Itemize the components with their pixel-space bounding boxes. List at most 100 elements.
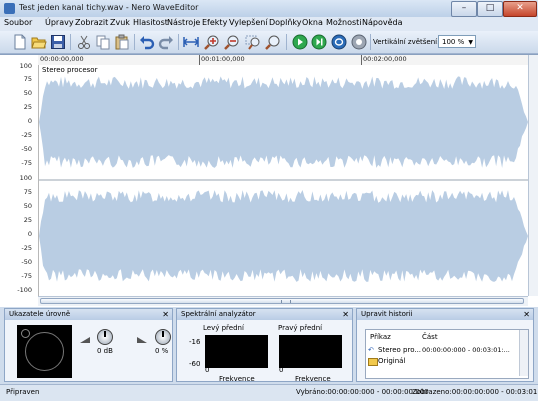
menu-hlasitost[interactable]: Hlasitost xyxy=(133,18,168,27)
menu-soubor[interactable]: Soubor xyxy=(4,18,32,27)
y-label: 75 xyxy=(23,75,32,83)
toolbar-separator xyxy=(370,34,371,50)
y-label: -75 xyxy=(21,159,32,167)
play-selection-icon[interactable] xyxy=(311,34,327,50)
time-tick: 00:00:00,000 xyxy=(40,55,84,63)
open-folder-icon[interactable] xyxy=(31,34,47,50)
cut-icon[interactable] xyxy=(76,34,92,50)
zoom-full-icon[interactable] xyxy=(265,34,281,50)
y-label: 50 xyxy=(23,202,32,210)
maximize-button[interactable]: □ xyxy=(477,1,503,17)
selection-range: Vybráno:00:00:00:000 - 00:00:00:000 xyxy=(296,388,429,396)
toolbar: Vertikální zvětšení: 100 % ▼ xyxy=(0,31,538,54)
balance-ramp-icon xyxy=(137,337,147,343)
freq-zero-left: 0 xyxy=(205,366,210,374)
close-icon[interactable]: ✕ xyxy=(162,309,169,320)
zoom-in-icon[interactable] xyxy=(204,34,220,50)
menu-vylepseni[interactable]: Vylepšení xyxy=(229,18,268,27)
spectrum-right xyxy=(279,335,342,368)
y-label: -50 xyxy=(21,258,32,266)
gain-knob[interactable] xyxy=(97,329,113,345)
y-label: -25 xyxy=(21,131,32,139)
close-icon[interactable]: ✕ xyxy=(523,309,530,320)
waveform-channel-left xyxy=(39,76,528,168)
waveform-canvas[interactable] xyxy=(39,65,528,296)
y-label: 0 xyxy=(27,230,32,238)
left-channel-label: Levý přední xyxy=(203,324,244,332)
zoom-out-icon[interactable] xyxy=(224,34,240,50)
close-icon[interactable]: ✕ xyxy=(342,309,349,320)
paste-icon[interactable] xyxy=(114,34,130,50)
time-tick: 00:02:00,000 xyxy=(363,55,407,63)
level-meters-panel: Ukazatele úrovně ✕ 0 dB 0 % xyxy=(4,308,173,382)
y-label: 50 xyxy=(23,89,32,97)
redo-icon[interactable] xyxy=(158,34,174,50)
menu-moznosti[interactable]: Možnosti xyxy=(326,18,362,27)
status-text: Připraven xyxy=(6,388,40,396)
close-button[interactable]: ✕ xyxy=(503,1,537,17)
menu-napoveda[interactable]: Nápověda xyxy=(362,18,403,27)
balance-knob[interactable] xyxy=(155,329,171,345)
spectrum-analyzer-panel: Spektrální analyzátor ✕ Levý přední Pravý… xyxy=(176,308,353,383)
menu-nastroje[interactable]: Nástroje xyxy=(167,18,200,27)
history-row[interactable]: Originál xyxy=(366,356,518,366)
zoom-selection-icon[interactable] xyxy=(245,34,261,50)
menu-efekty[interactable]: Efekty xyxy=(202,18,227,27)
play-icon[interactable] xyxy=(292,34,308,50)
freq-zero-right: 0 xyxy=(279,366,284,374)
app-icon xyxy=(4,3,15,14)
history-part: 00:00:00:000 - 00:03:01:... xyxy=(422,346,510,354)
history-list: Příkaz Část ↶ Stereo pro... 00:00:00:000… xyxy=(365,329,529,379)
minimize-button[interactable]: – xyxy=(451,1,477,17)
copy-icon[interactable] xyxy=(95,34,111,50)
y-label: -100 xyxy=(17,286,32,294)
status-bar: Připraven Vybráno:00:00:00:000 - 00:00:0… xyxy=(0,384,538,401)
amplitude-axis: 100 75 50 25 0 -25 -50 -75 100 75 50 25 … xyxy=(0,62,39,296)
stop-icon[interactable] xyxy=(351,34,367,50)
vertical-scrollbar[interactable] xyxy=(528,55,538,296)
scroll-thumb[interactable] xyxy=(40,298,524,304)
window-title: Test jeden kanal tichy.wav - Nero WaveEd… xyxy=(19,3,199,12)
menu-okna[interactable]: Okna xyxy=(302,18,323,27)
level-meter-display xyxy=(17,325,72,378)
gain-value: 0 dB xyxy=(97,347,113,355)
menu-upravy[interactable]: Úpravy xyxy=(45,18,74,27)
effect-label: Stereo procesor xyxy=(42,66,98,74)
menu-zvuk[interactable]: Zvuk xyxy=(110,18,130,27)
column-header-part[interactable]: Část xyxy=(422,333,438,341)
menu-zobrazit[interactable]: Zobrazit xyxy=(75,18,108,27)
history-command: Stereo pro... xyxy=(378,346,422,354)
save-icon[interactable] xyxy=(50,34,66,50)
history-row[interactable]: ↶ Stereo pro... 00:00:00:000 - 00:03:01:… xyxy=(366,345,518,355)
history-scrollbar[interactable] xyxy=(519,330,528,376)
panel-title: Upravit historii xyxy=(361,310,413,318)
y-label: 100 xyxy=(19,62,32,70)
db-top-label: -16 xyxy=(189,338,201,346)
gain-ramp-icon xyxy=(80,337,90,343)
y-label: -25 xyxy=(21,244,32,252)
vertical-zoom-label: Vertikální zvětšení: xyxy=(373,38,440,46)
y-label: 25 xyxy=(23,216,32,224)
edit-history-panel: Upravit historii ✕ Příkaz Část ↶ Stereo p… xyxy=(356,308,534,382)
toolbar-separator xyxy=(178,34,179,50)
new-file-icon[interactable] xyxy=(12,34,28,50)
menu-bar: Soubor Úpravy Zobrazit Zvuk Hlasitost Ná… xyxy=(0,17,538,31)
y-label: 25 xyxy=(23,103,32,111)
y-label: -50 xyxy=(21,145,32,153)
horizontal-scrollbar[interactable] xyxy=(38,296,528,306)
panel-header: Ukazatele úrovně ✕ xyxy=(5,309,172,320)
y-label: 100 xyxy=(19,174,32,182)
freq-axis-left: Frekvence xyxy=(219,375,255,383)
column-header-command[interactable]: Příkaz xyxy=(370,333,391,341)
title-bar: Test jeden kanal tichy.wav - Nero WaveEd… xyxy=(0,0,538,17)
toolbar-separator xyxy=(70,34,71,50)
spectrum-left xyxy=(205,335,268,368)
loop-icon[interactable] xyxy=(331,34,347,50)
fit-to-window-icon[interactable] xyxy=(183,34,199,50)
menu-doplnky[interactable]: Doplňky xyxy=(269,18,302,27)
panel-title: Spektrální analyzátor xyxy=(181,310,256,318)
vertical-zoom-select[interactable]: 100 % ▼ xyxy=(438,35,476,48)
waveform-channel-right xyxy=(39,190,528,282)
toolbar-separator xyxy=(286,34,287,50)
undo-icon[interactable] xyxy=(139,34,155,50)
